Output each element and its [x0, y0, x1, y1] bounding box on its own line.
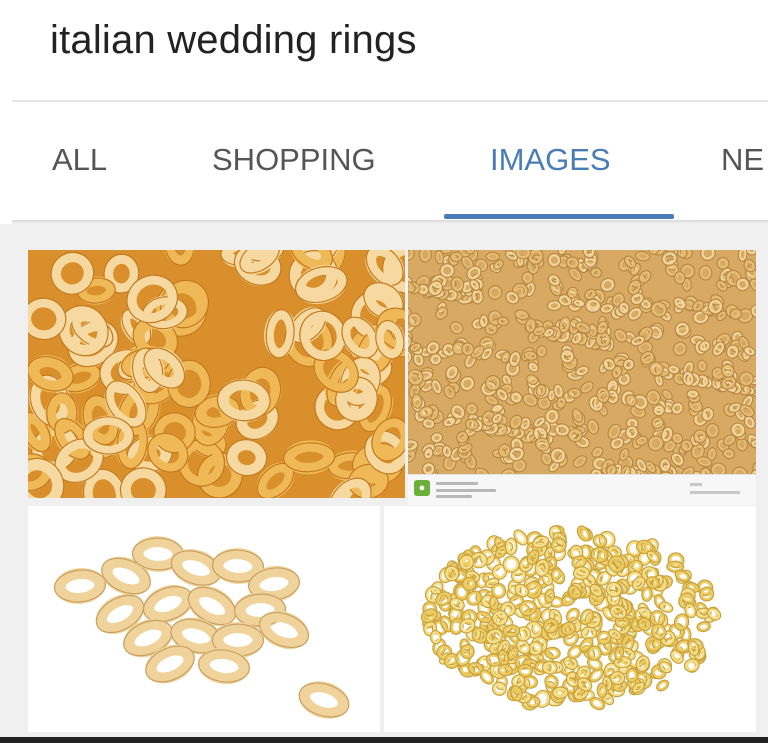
tab-news[interactable]: NE — [721, 142, 764, 178]
image-result-pasta-closeup[interactable] — [28, 250, 405, 498]
image-result-pasta-scattered[interactable] — [28, 506, 380, 732]
active-tab-indicator — [444, 214, 674, 219]
search-tabs-bar: ALL SHOPPING IMAGES NE — [12, 100, 768, 226]
search-query[interactable]: italian wedding rings — [50, 18, 417, 63]
tab-images[interactable]: IMAGES — [490, 142, 611, 178]
site-logo-icon: ● — [414, 480, 430, 496]
tab-shopping[interactable]: SHOPPING — [212, 142, 376, 178]
tab-all[interactable]: ALL — [52, 142, 107, 178]
bottom-edge — [0, 737, 768, 743]
image-result-pasta-dense[interactable] — [408, 250, 756, 474]
image-source-bar: ● — [408, 474, 756, 505]
image-result-pasta-mound[interactable] — [384, 506, 756, 732]
